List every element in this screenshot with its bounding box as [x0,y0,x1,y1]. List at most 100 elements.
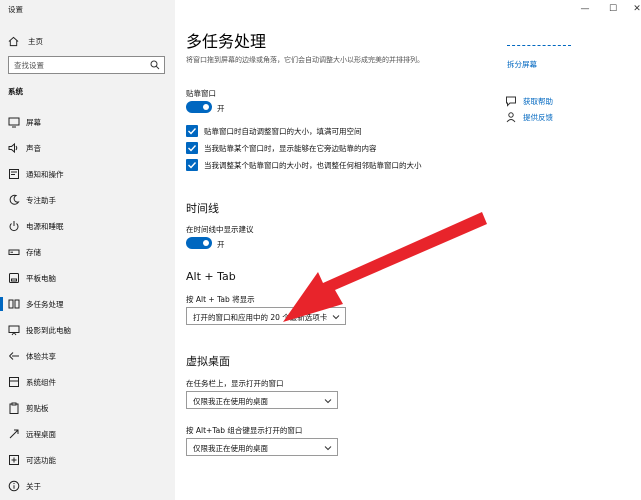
section-label: 系统 [8,87,23,96]
remote-icon [9,429,19,439]
home-nav-item[interactable]: 主页 [8,34,43,48]
sidebar: 主页 系统 屏幕 声音 通知和操作 专注助手 电源和睡眠 存储 平板电脑 [0,0,175,500]
sidebar-item-label: 关于 [26,482,41,491]
sidebar-item-tablet[interactable]: 平板电脑 [0,267,175,289]
snap-toggle[interactable] [186,101,212,113]
sidebar-item-label: 体验共享 [26,352,56,361]
sidebar-item-label: 系统组件 [26,378,56,387]
search-icon[interactable] [150,60,160,70]
sidebar-item-label: 投影到此电脑 [26,326,71,335]
sidebar-item-label: 远程桌面 [26,430,56,439]
chevron-down-icon [324,399,332,404]
alt-tab-dropdown[interactable]: 打开的窗口和应用中的 20 个最新选项卡 [186,307,346,325]
checkbox-label: 当我贴靠某个窗口时，显示能够在它旁边贴靠的内容 [204,143,377,153]
sidebar-item-components[interactable]: 系统组件 [0,371,175,393]
notification-icon [9,169,19,179]
sidebar-item-clipboard[interactable]: 剪贴板 [0,397,175,419]
selection-indicator [0,297,3,311]
get-help-link[interactable]: 获取帮助 [505,95,553,107]
info-icon [8,480,20,492]
timeline-toggle[interactable] [186,237,212,249]
check-icon [188,128,197,135]
power-icon [9,221,19,232]
components-icon [9,377,19,387]
truncated-link [507,45,571,48]
share-icon [9,352,19,360]
monitor-icon [8,117,20,128]
sidebar-item-project[interactable]: 投影到此电脑 [0,319,175,341]
checkbox-label: 当我调整某个贴靠窗口的大小时，也调整任何相邻贴靠窗口的大小 [204,160,422,170]
sidebar-item-label: 存储 [26,248,41,257]
storage-icon [8,249,20,255]
sidebar-item-storage[interactable]: 存储 [0,241,175,263]
sidebar-item-label: 剪贴板 [26,404,49,413]
page-title: 多任务处理 [186,32,267,51]
sidebar-item-label: 多任务处理 [26,300,64,309]
page-description: 将窗口拖到屏幕的边缘或角落，它们会自动调整大小以形成完美的并排排列。 [186,56,424,64]
alt-tab-heading: Alt + Tab [186,270,236,283]
sidebar-item-optional-features[interactable]: 可选功能 [0,449,175,471]
project-icon [8,325,20,336]
main-content: 多任务处理 将窗口拖到屏幕的边缘或角落，它们会自动调整大小以形成完美的并排排列。… [175,0,641,500]
dropdown-value: 打开的窗口和应用中的 20 个最新选项卡 [193,313,328,322]
taskbar-windows-dropdown[interactable]: 仅限我正在使用的桌面 [186,391,338,409]
sidebar-item-notifications[interactable]: 通知和操作 [0,163,175,185]
virtual-desktops-heading: 虚拟桌面 [186,355,230,368]
get-help-label: 获取帮助 [523,96,553,106]
sidebar-item-label: 屏幕 [26,118,41,127]
timeline-heading: 时间线 [186,202,219,215]
optional-features-icon [9,455,19,465]
sidebar-item-shared-experiences[interactable]: 体验共享 [0,345,175,367]
checkbox-checked[interactable] [186,125,198,137]
help-icon [506,96,516,107]
feedback-label: 提供反馈 [523,112,553,122]
snap-option-3[interactable]: 当我调整某个贴靠窗口的大小时，也调整任何相邻贴靠窗口的大小 [186,158,422,172]
speaker-icon [8,142,18,154]
check-icon [188,162,197,169]
taskbar-windows-label: 在任务栏上，显示打开的窗口 [186,379,284,388]
sidebar-item-display[interactable]: 屏幕 [0,111,175,133]
dropdown-value: 仅限我正在使用的桌面 [193,397,268,406]
checkbox-checked[interactable] [186,159,198,171]
sidebar-item-label: 平板电脑 [26,274,56,283]
sidebar-item-about[interactable]: 关于 [0,475,175,497]
search-box[interactable] [8,56,165,74]
timeline-label: 在时间线中显示建议 [186,225,254,234]
moon-icon [9,194,20,205]
alt-tab-label: 按 Alt + Tab 将显示 [186,295,255,304]
sidebar-item-label: 通知和操作 [26,170,64,179]
check-icon [188,145,197,152]
checkbox-label: 贴靠窗口时自动调整窗口的大小，填满可用空间 [204,126,362,136]
toggle-knob [203,240,209,246]
sidebar-item-power[interactable]: 电源和睡眠 [0,215,175,237]
window-title: 设置 [8,5,23,14]
sidebar-item-label: 声音 [26,144,41,153]
sidebar-item-focus-assist[interactable]: 专注助手 [0,189,175,211]
feedback-link[interactable]: 提供反馈 [505,111,553,123]
alttab-windows-dropdown[interactable]: 仅限我正在使用的桌面 [186,438,338,456]
feedback-icon [506,112,516,123]
checkbox-checked[interactable] [186,142,198,154]
timeline-toggle-state: 开 [217,240,225,249]
snap-toggle-state: 开 [217,104,225,113]
sidebar-item-sound[interactable]: 声音 [0,137,175,159]
chevron-down-icon [324,446,332,451]
sidebar-item-remote-desktop[interactable]: 远程桌面 [0,423,175,445]
sidebar-item-label: 可选功能 [26,456,56,465]
snap-option-2[interactable]: 当我贴靠某个窗口时，显示能够在它旁边贴靠的内容 [186,141,377,155]
sidebar-item-label: 电源和睡眠 [26,222,64,231]
multitasking-icon [8,299,20,309]
chevron-down-icon [332,315,340,320]
snap-option-1[interactable]: 贴靠窗口时自动调整窗口的大小，填满可用空间 [186,124,362,138]
sidebar-item-label: 专注助手 [26,196,56,205]
alttab-windows-label: 按 Alt+Tab 组合键显示打开的窗口 [186,426,303,435]
split-screen-link[interactable]: 拆分屏幕 [507,59,537,70]
toggle-knob [203,104,209,110]
home-label: 主页 [28,36,43,46]
tablet-icon [9,273,19,283]
clipboard-icon [9,402,19,414]
sidebar-item-multitasking[interactable]: 多任务处理 [0,293,175,315]
snap-heading: 贴靠窗口 [186,89,216,98]
dropdown-value: 仅限我正在使用的桌面 [193,444,268,453]
search-input[interactable] [9,57,144,73]
